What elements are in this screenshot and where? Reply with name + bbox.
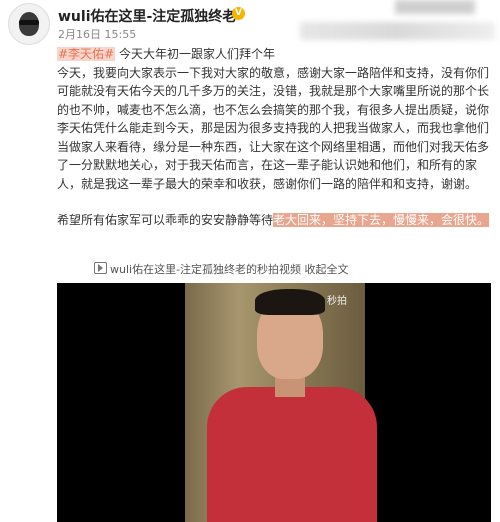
post-title-text: 今天大年初一跟家人们拜个年 [118,47,275,61]
topic-tag[interactable]: #李天佑# [57,47,116,61]
username[interactable]: wuli佑在这里-注定孤独终老 [58,6,236,26]
person-hair [255,289,325,315]
video-player[interactable]: 秒拍 [57,283,491,522]
video-watermark: 秒拍 [327,296,347,307]
post-paragraph: 今天，我要向大家表示一下我对大家的敬意，感谢大家一路陪伴和支持，没有你们可能就没… [57,65,490,191]
video-link-label[interactable]: wuli佑在这里-注定孤独终老的秒拍视频 收起全文 [110,263,349,276]
blurred-region [300,22,495,40]
video-play-icon [94,262,107,274]
blurred-region-top [395,0,475,14]
highlighted-text: 老大回来，坚持下去，慢慢来，会很快。 [273,213,490,227]
post-header: wuli佑在这里-注定孤独终老 V 2月16日 15:55 [0,0,500,45]
post-title: #李天佑# 今天大年初一跟家人们拜个年 [57,45,491,64]
post-paragraph-closing: 希望所有佑家军可以乖乖的安安静静等待老大回来，坚持下去，慢慢来，会很快。 [57,211,491,230]
video-link[interactable]: wuli佑在这里-注定孤独终老的秒拍视频 收起全文 [94,261,349,277]
avatar-glasses [19,20,39,25]
person-shirt [207,387,377,522]
post-timestamp: 2月16日 15:55 [58,28,137,41]
avatar[interactable] [8,3,50,45]
verified-badge-icon: V [232,7,245,20]
post-content: #李天佑# 今天大年初一跟家人们拜个年 今天，我要向大家表示一下我对大家的敬意，… [57,45,491,230]
closing-text: 希望所有佑家军可以乖乖的安安静静等待 [57,213,274,227]
